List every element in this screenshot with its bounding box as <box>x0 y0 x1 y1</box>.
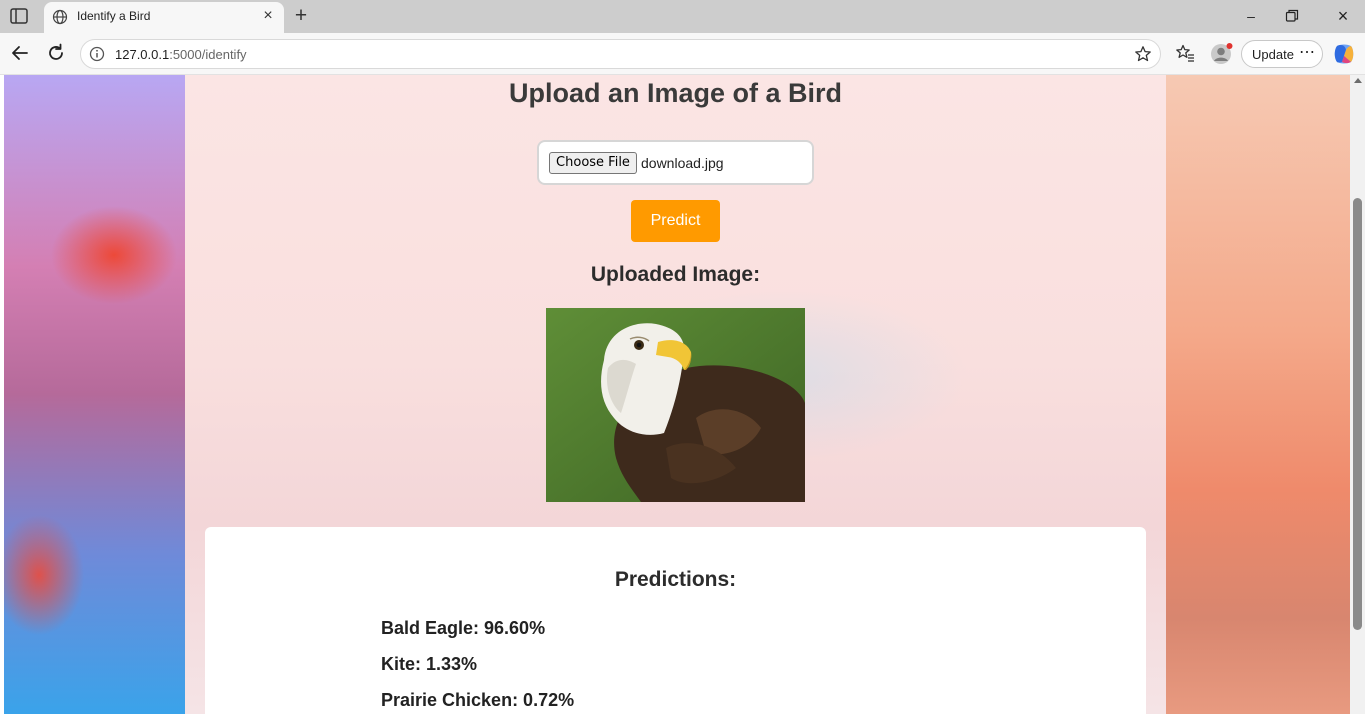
more-icon[interactable]: ⋯ <box>1299 42 1316 62</box>
tab-strip: Identify a Bird × + – × <box>0 0 1365 33</box>
page-viewport: Upload an Image of a Bird Choose File do… <box>4 75 1350 714</box>
prediction-item: Prairie Chicken: 0.72% <box>381 690 575 710</box>
window-close-icon[interactable]: × <box>1331 4 1355 28</box>
update-label: Update <box>1252 47 1294 62</box>
plus-icon[interactable]: + <box>290 5 312 27</box>
tab-title: Identify a Bird <box>77 9 151 23</box>
address-bar[interactable]: 127.0.0.1:5000/identify <box>80 39 1161 69</box>
predictions-heading: Predictions: <box>614 568 737 591</box>
vertical-scrollbar[interactable] <box>1350 75 1365 714</box>
predictions-list: Bald Eagle: 96.60% Kite: 1.33% Prairie C… <box>381 618 574 714</box>
browser-toolbar: 127.0.0.1:5000/identify Update ⋯ <box>0 33 1365 75</box>
browser-tab[interactable]: Identify a Bird × <box>44 2 284 33</box>
close-icon[interactable]: × <box>260 8 276 24</box>
globe-icon <box>52 9 68 25</box>
prediction-item: Bald Eagle: 96.60% <box>381 618 546 638</box>
prediction-item: Kite: 1.33% <box>381 654 478 674</box>
file-upload-field[interactable]: Choose File download.jpg <box>537 140 814 185</box>
selected-file-name: download.jpg <box>641 155 724 171</box>
sidebar-toggle-icon[interactable] <box>10 8 28 24</box>
profile-icon[interactable] <box>1210 42 1234 66</box>
update-button[interactable]: Update ⋯ <box>1241 40 1323 68</box>
reload-icon[interactable] <box>45 42 67 64</box>
minimize-icon[interactable]: – <box>1239 4 1263 28</box>
uploaded-bird-image <box>546 308 805 502</box>
scroll-thumb[interactable] <box>1353 198 1362 630</box>
uploaded-image-heading: Uploaded Image: <box>590 263 761 286</box>
background-decoration <box>1166 75 1350 714</box>
page-title: Upload an Image of a Bird <box>508 78 843 108</box>
back-icon[interactable] <box>9 42 31 64</box>
maximize-icon[interactable] <box>1285 9 1299 23</box>
star-icon[interactable] <box>1134 45 1152 63</box>
scroll-up-icon[interactable] <box>1354 78 1362 83</box>
url-text: 127.0.0.1:5000/identify <box>115 47 247 62</box>
predict-button[interactable]: Predict <box>631 200 720 242</box>
info-icon[interactable] <box>89 46 105 62</box>
favorites-icon[interactable] <box>1175 43 1195 63</box>
copilot-icon[interactable] <box>1332 42 1356 66</box>
predictions-card: Predictions: Bald Eagle: 96.60% Kite: 1.… <box>205 527 1146 714</box>
choose-file-button[interactable]: Choose File <box>549 152 637 174</box>
main-content: Upload an Image of a Bird Choose File do… <box>185 75 1166 714</box>
